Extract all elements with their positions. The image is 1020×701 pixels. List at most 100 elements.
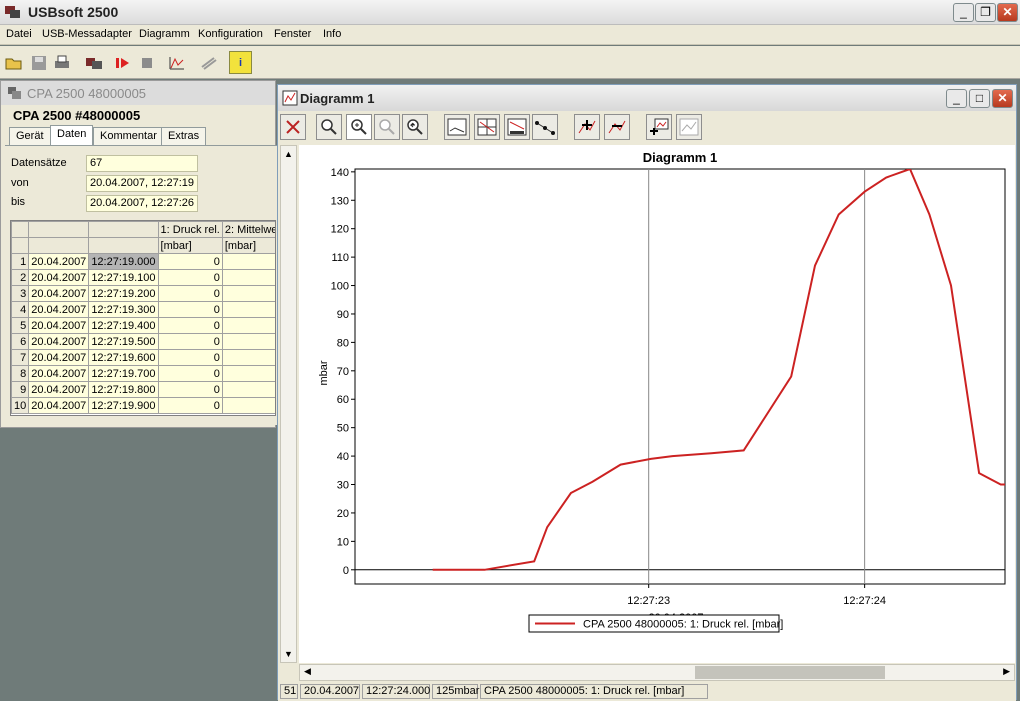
row-mittelwert-value[interactable] (221, 269, 275, 286)
row-mittelwert-value[interactable] (221, 333, 275, 350)
row-date[interactable]: 20.04.2007 (28, 285, 90, 302)
close-button[interactable]: ✕ (997, 3, 1018, 22)
table-row[interactable]: 6 20.04.2007 12:27:19.500 0 (11, 333, 275, 350)
table-row[interactable]: 2 20.04.2007 12:27:19.100 0 (11, 269, 275, 286)
menu-diagramm[interactable]: Diagramm (139, 28, 190, 40)
scroll-down-icon[interactable]: ▼ (284, 649, 293, 659)
row-druck-value[interactable]: 0 (157, 253, 223, 270)
row-druck-value[interactable]: 0 (157, 285, 223, 302)
tab-extras[interactable]: Extras (161, 127, 207, 146)
table-row[interactable]: 4 20.04.2007 12:27:19.300 0 (11, 301, 275, 318)
row-mittelwert-value[interactable] (221, 317, 275, 334)
menu-info[interactable]: Info (323, 28, 341, 40)
row-mittelwert-value[interactable] (221, 349, 275, 366)
row-time[interactable]: 12:27:19.200 (88, 285, 159, 302)
table-row[interactable]: 5 20.04.2007 12:27:19.400 0 (11, 317, 275, 334)
diagram-maximize-button[interactable]: □ (969, 89, 990, 108)
row-number[interactable]: 1 (11, 253, 30, 270)
add-curve-icon[interactable] (574, 114, 600, 140)
row-date[interactable]: 20.04.2007 (28, 253, 90, 270)
row-time[interactable]: 12:27:19.600 (88, 349, 159, 366)
row-time[interactable]: 12:27:19.500 (88, 333, 159, 350)
menu-konfiguration[interactable]: Konfiguration (198, 28, 263, 40)
table-row[interactable]: 8 20.04.2007 12:27:19.700 0 (11, 365, 275, 382)
row-date[interactable]: 20.04.2007 (28, 269, 90, 286)
table-row[interactable]: 1 20.04.2007 12:27:19.000 0 (11, 253, 275, 270)
label-icon[interactable] (444, 114, 470, 140)
scroll-up-icon[interactable]: ▲ (284, 149, 293, 159)
row-date[interactable]: 20.04.2007 (28, 301, 90, 318)
row-druck-value[interactable]: 0 (157, 397, 223, 414)
record-icon[interactable] (110, 51, 133, 74)
row-number[interactable]: 2 (11, 269, 30, 286)
vertical-scrollbar[interactable]: ▲ ▼ (280, 145, 297, 663)
row-druck-value[interactable]: 0 (157, 333, 223, 350)
chart[interactable]: Diagramm 1140130120110100908070605040302… (299, 145, 1015, 663)
tab-daten[interactable]: Daten (50, 125, 94, 147)
tab-geraet[interactable]: Gerät (9, 127, 51, 146)
row-number[interactable]: 5 (11, 317, 30, 334)
zoom-out-icon[interactable] (374, 114, 400, 140)
row-time[interactable]: 12:27:19.000 (88, 253, 159, 270)
restore-button[interactable]: ❐ (975, 3, 996, 22)
row-druck-value[interactable]: 0 (157, 317, 223, 334)
table-header-druck[interactable]: 1: Druck rel. (157, 221, 223, 238)
tools-icon[interactable] (280, 114, 306, 140)
info-icon[interactable]: i (229, 51, 252, 74)
row-number[interactable]: 4 (11, 301, 30, 318)
table-header-mittelwert[interactable]: 2: Mittelwe (221, 221, 275, 238)
row-number[interactable]: 7 (11, 349, 30, 366)
row-date[interactable]: 20.04.2007 (28, 349, 90, 366)
scroll-right-icon[interactable]: ▶ (1003, 666, 1010, 677)
row-date[interactable]: 20.04.2007 (28, 381, 90, 398)
row-time[interactable]: 12:27:19.900 (88, 397, 159, 414)
scroll-left-icon[interactable]: ◀ (304, 666, 311, 677)
tab-kommentar[interactable]: Kommentar (93, 127, 164, 146)
row-time[interactable]: 12:27:19.700 (88, 365, 159, 382)
row-date[interactable]: 20.04.2007 (28, 365, 90, 382)
export-icon[interactable] (646, 114, 672, 140)
menu-fenster[interactable]: Fenster (274, 28, 311, 40)
row-druck-value[interactable]: 0 (157, 381, 223, 398)
minimize-button[interactable]: _ (953, 3, 974, 22)
save-icon[interactable] (27, 51, 50, 74)
row-time[interactable]: 12:27:19.400 (88, 317, 159, 334)
menu-datei[interactable]: Datei (6, 28, 32, 40)
row-number[interactable]: 8 (11, 365, 30, 382)
table-icon[interactable] (676, 114, 702, 140)
data-grid[interactable]: 1: Druck rel. 2: Mittelwe [mbar] [mbar] … (10, 220, 276, 416)
scale-icon[interactable] (504, 114, 530, 140)
diagram-minimize-button[interactable]: _ (946, 89, 967, 108)
row-mittelwert-value[interactable] (221, 301, 275, 318)
row-number[interactable]: 9 (11, 381, 30, 398)
diagram-close-button[interactable]: ✕ (992, 89, 1013, 108)
horizontal-scroll-thumb[interactable] (695, 666, 885, 679)
table-row[interactable]: 10 20.04.2007 12:27:19.900 0 (11, 397, 275, 414)
row-druck-value[interactable]: 0 (157, 365, 223, 382)
row-time[interactable]: 12:27:19.800 (88, 381, 159, 398)
row-number[interactable]: 6 (11, 333, 30, 350)
row-druck-value[interactable]: 0 (157, 269, 223, 286)
row-mittelwert-value[interactable] (221, 397, 275, 414)
diagram-icon[interactable] (165, 51, 188, 74)
row-time[interactable]: 12:27:19.300 (88, 301, 159, 318)
row-druck-value[interactable]: 0 (157, 349, 223, 366)
device-icon[interactable] (82, 51, 105, 74)
row-time[interactable]: 12:27:19.100 (88, 269, 159, 286)
row-mittelwert-value[interactable] (221, 285, 275, 302)
row-number[interactable]: 10 (11, 397, 30, 414)
grid-icon[interactable] (474, 114, 500, 140)
menu-usb-messadapter[interactable]: USB-Messadapter (42, 28, 132, 40)
row-date[interactable]: 20.04.2007 (28, 317, 90, 334)
row-date[interactable]: 20.04.2007 (28, 333, 90, 350)
row-number[interactable]: 3 (11, 285, 30, 302)
plot-area[interactable]: Diagramm 1 140 130 120 110 100 90 80 70 60 50 40 30 2… (299, 145, 1015, 663)
table-row[interactable]: 9 20.04.2007 12:27:19.800 0 (11, 381, 275, 398)
table-row[interactable]: 3 20.04.2007 12:27:19.200 0 (11, 285, 275, 302)
table-row[interactable]: 7 20.04.2007 12:27:19.600 0 (11, 349, 275, 366)
row-druck-value[interactable]: 0 (157, 301, 223, 318)
zoom-icon[interactable] (316, 114, 342, 140)
points-icon[interactable] (532, 114, 558, 140)
zoom-in-icon[interactable] (346, 114, 372, 140)
settings-icon[interactable] (197, 51, 220, 74)
